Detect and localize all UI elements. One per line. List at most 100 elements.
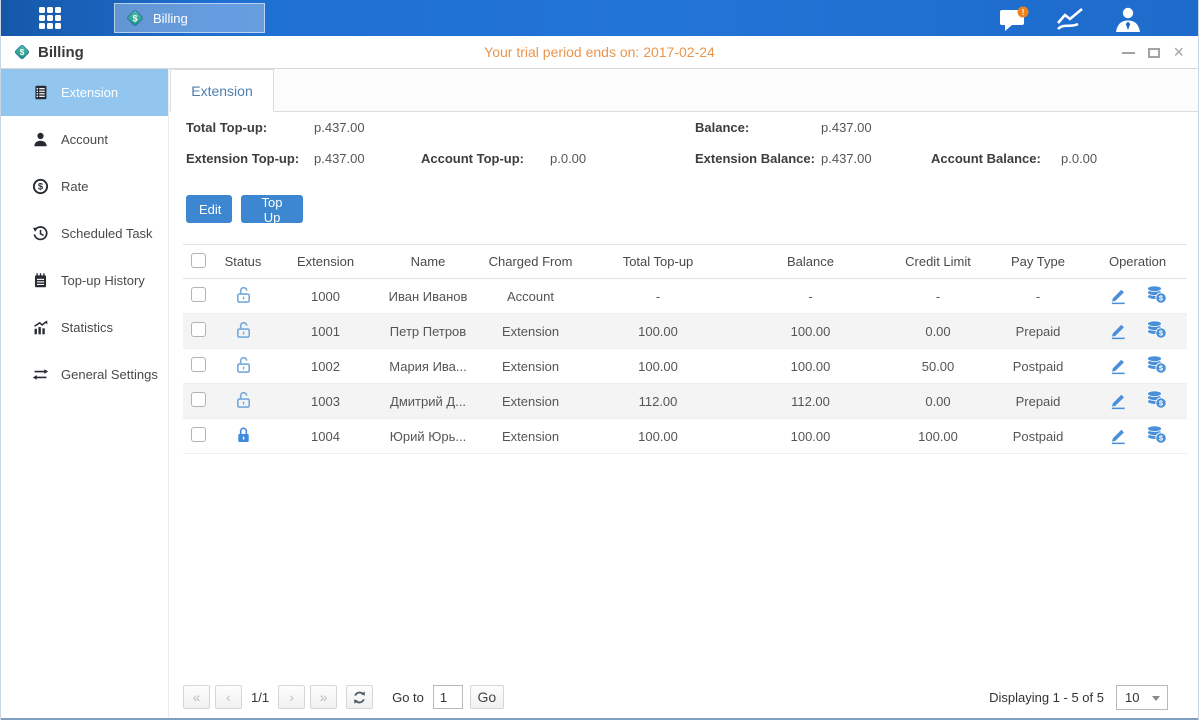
cell-credit-limit: 50.00 [888, 349, 988, 384]
edit-pencil-icon[interactable] [1109, 390, 1128, 410]
row-checkbox[interactable] [191, 287, 206, 302]
close-icon[interactable]: × [1173, 43, 1184, 61]
table-row: 1002 Мария Ива... Extension 100.00 100.0… [183, 349, 1187, 384]
next-page-button[interactable]: › [278, 685, 305, 709]
col-total-topup: Total Top-up [583, 245, 733, 279]
cell-total-topup: 112.00 [583, 384, 733, 419]
sidebar-item-label: General Settings [61, 367, 158, 382]
top-up-coins-icon[interactable]: $ [1146, 320, 1167, 339]
extension-balance-label: Extension Balance: [695, 151, 815, 166]
go-button[interactable]: Go [470, 685, 504, 709]
edit-pencil-icon[interactable] [1109, 320, 1128, 340]
table-row: 1003 Дмитрий Д... Extension 112.00 112.0… [183, 384, 1187, 419]
notepad-icon [32, 272, 49, 289]
prev-page-button[interactable]: ‹ [215, 685, 242, 709]
col-extension: Extension [273, 245, 378, 279]
col-name: Name [378, 245, 478, 279]
maximize-icon[interactable] [1148, 48, 1160, 58]
cell-charged-from: Extension [478, 314, 583, 349]
goto-label: Go to [392, 690, 424, 705]
trial-notice: Your trial period ends on: 2017-02-24 [1, 44, 1198, 60]
table-footer: « ‹ 1/1 › » Go to Go Displaying 1 - 5 of… [183, 684, 1168, 710]
select-all-checkbox[interactable] [191, 253, 206, 268]
refresh-button[interactable] [346, 685, 373, 709]
svg-text:!: ! [1022, 7, 1025, 17]
col-balance: Balance [733, 245, 888, 279]
top-up-coins-icon[interactable]: $ [1146, 355, 1167, 374]
edit-pencil-icon[interactable] [1109, 425, 1128, 445]
cell-balance: - [733, 279, 888, 314]
col-credit-limit: Credit Limit [888, 245, 988, 279]
extension-topup-value: p.437.00 [314, 151, 365, 166]
sidebar-item-label: Top-up History [61, 273, 145, 288]
cell-charged-from: Extension [478, 349, 583, 384]
lock-open-icon [235, 390, 252, 409]
cell-charged-from: Account [478, 279, 583, 314]
window-controls: × [1122, 36, 1184, 69]
page-size-value: 10 [1125, 690, 1139, 705]
edit-pencil-icon[interactable] [1109, 355, 1128, 375]
sidebar-item-extension[interactable]: Extension [1, 69, 168, 116]
cell-name: Иван Иванов [378, 279, 478, 314]
cell-pay-type: Postpaid [988, 349, 1088, 384]
cell-extension: 1002 [273, 349, 378, 384]
balance-label: Balance: [695, 120, 749, 135]
top-up-button[interactable]: Top Up [241, 195, 303, 223]
notifications-chat-icon[interactable]: ! [998, 5, 1032, 33]
cell-balance: 100.00 [733, 314, 888, 349]
table-row: 1004 Юрий Юрь... Extension 100.00 100.00… [183, 419, 1187, 454]
page-size-select[interactable]: 10 [1116, 685, 1168, 710]
sidebar-item-account[interactable]: Account [1, 116, 168, 163]
lock-open-icon [235, 320, 252, 339]
edit-pencil-icon[interactable] [1109, 285, 1128, 305]
row-checkbox[interactable] [191, 322, 206, 337]
account-balance-value: p.0.00 [1061, 151, 1097, 166]
table-row: 1001 Петр Петров Extension 100.00 100.00… [183, 314, 1187, 349]
sidebar-item-statistics[interactable]: Statistics [1, 304, 168, 351]
row-checkbox[interactable] [191, 392, 206, 407]
sidebar-item-scheduled-task[interactable]: Scheduled Task [1, 210, 168, 257]
person-icon [32, 131, 49, 148]
sidebar-item-rate[interactable]: $ Rate [1, 163, 168, 210]
row-checkbox[interactable] [191, 427, 206, 442]
col-pay-type: Pay Type [988, 245, 1088, 279]
cell-charged-from: Extension [478, 419, 583, 454]
cell-balance: 112.00 [733, 384, 888, 419]
cell-total-topup: 100.00 [583, 314, 733, 349]
top-up-coins-icon[interactable]: $ [1146, 390, 1167, 409]
top-up-coins-icon[interactable]: $ [1146, 285, 1167, 304]
total-topup-value: p.437.00 [314, 120, 365, 135]
displaying-range-text: Displaying 1 - 5 of 5 [989, 690, 1104, 705]
goto-page-input[interactable] [433, 685, 463, 709]
table-row: 1000 Иван Иванов Account - - - - $ [183, 279, 1187, 314]
history-clock-icon [32, 225, 49, 242]
first-page-button[interactable]: « [183, 685, 210, 709]
last-page-button[interactable]: » [310, 685, 337, 709]
taskbar-tab-label: Billing [153, 11, 188, 26]
table-header-row: Status Extension Name Charged From Total… [183, 245, 1187, 279]
balance-value: p.437.00 [821, 120, 872, 135]
edit-button[interactable]: Edit [186, 195, 232, 223]
account-balance-label: Account Balance: [931, 151, 1041, 166]
sidebar-item-topup-history[interactable]: Top-up History [1, 257, 168, 304]
col-charged-from: Charged From [478, 245, 583, 279]
tab-extension[interactable]: Extension [170, 69, 274, 112]
top-up-coins-icon[interactable]: $ [1146, 425, 1167, 444]
sidebar-item-label: Statistics [61, 320, 113, 335]
cell-pay-type: Postpaid [988, 419, 1088, 454]
row-checkbox[interactable] [191, 357, 206, 372]
monitor-chart-icon[interactable] [1054, 5, 1088, 33]
apps-grid-icon[interactable] [39, 7, 69, 29]
page-indicator: 1/1 [251, 690, 269, 705]
sidebar-item-general-settings[interactable]: General Settings [1, 351, 168, 398]
col-operation: Operation [1088, 245, 1187, 279]
cell-credit-limit: 0.00 [888, 384, 988, 419]
total-topup-label: Total Top-up: [186, 120, 267, 135]
user-account-icon[interactable] [1112, 5, 1146, 33]
minimize-icon[interactable] [1122, 52, 1135, 54]
cell-name: Юрий Юрь... [378, 419, 478, 454]
taskbar-tab-billing[interactable]: $ Billing [114, 3, 265, 33]
cell-pay-type: Prepaid [988, 314, 1088, 349]
extension-table: Status Extension Name Charged From Total… [183, 244, 1187, 454]
refresh-icon [352, 690, 367, 705]
